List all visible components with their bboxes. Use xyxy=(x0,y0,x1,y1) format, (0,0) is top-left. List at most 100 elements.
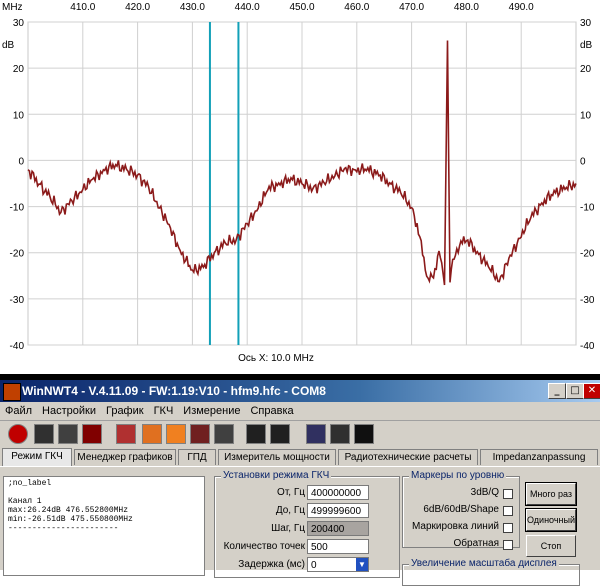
x-tick-label: 460.0 xyxy=(344,2,369,13)
menu-settings[interactable]: Настройки xyxy=(37,402,101,420)
sweep-single-icon[interactable] xyxy=(270,424,290,444)
y-tick-label-left: 10 xyxy=(13,110,25,121)
y-tick-label-left: -40 xyxy=(10,341,25,352)
frequency-cursors xyxy=(208,22,240,345)
multi-sweep-button[interactable]: Много раз xyxy=(525,482,577,506)
zoom-title: Увеличение масштаба дисплея xyxy=(409,558,559,569)
tab-impedance-matching[interactable]: Impedanzanpassung xyxy=(480,449,598,465)
zoom-group: Увеличение масштаба дисплея xyxy=(402,558,580,586)
menu-file[interactable]: Файл xyxy=(0,402,37,420)
info-line: min:-26.51dB 475.550800MHz xyxy=(8,515,133,524)
y-tick-label-right: -30 xyxy=(580,295,595,306)
y-tick-label-right: -20 xyxy=(580,249,595,260)
sweep-plot[interactable]: 410.0 420.0 430.0 440.0 450.0 460.0 470.0 480.0… xyxy=(0,0,600,378)
x-tick-label: 470.0 xyxy=(399,2,424,13)
marker-3db-label: 3dB/Q xyxy=(470,487,499,498)
y-tick-label-left: 0 xyxy=(18,156,24,167)
from-label: От, Гц xyxy=(277,487,305,498)
from-input[interactable]: 400000000 xyxy=(307,485,369,500)
y-tick-label-right: 0 xyxy=(580,156,586,167)
points-input[interactable]: 500 xyxy=(307,539,369,554)
delay-label: Задержка (мс) xyxy=(238,559,305,570)
step-input: 200400 xyxy=(307,521,369,536)
info-line: ;no_label xyxy=(8,479,52,488)
toolbar xyxy=(0,421,600,447)
to-label: До, Гц xyxy=(275,505,305,516)
y-tick-label-left: 30 xyxy=(13,18,25,29)
info-line: max:26.24dB 476.552800MHz xyxy=(8,506,129,515)
y-tick-label-left: -30 xyxy=(10,295,25,306)
to-input[interactable]: 499999600 xyxy=(307,503,369,518)
x-tick-label: 490.0 xyxy=(509,2,534,13)
window-title: WinNWT4 - V.4.11.09 - FW:1.19:V10 - hfm9… xyxy=(22,384,326,398)
probe-icon[interactable] xyxy=(190,424,210,444)
measurement-info-box[interactable]: ;no_label Канал 1 max:26.24dB 476.552800… xyxy=(3,476,205,576)
print-preview-icon[interactable] xyxy=(58,424,78,444)
tab-sweep-mode[interactable]: Режим ГКЧ xyxy=(2,448,72,466)
print-icon[interactable] xyxy=(34,424,54,444)
menu-graph[interactable]: График xyxy=(101,402,149,420)
screen-icon[interactable] xyxy=(354,424,374,444)
sweep-mode-panel: ;no_label Канал 1 max:26.24dB 476.552800… xyxy=(0,466,600,586)
level-markers-title: Маркеры по уровню xyxy=(409,470,507,481)
save-icon[interactable] xyxy=(330,424,350,444)
tab-power-meter[interactable]: Измеритель мощности xyxy=(218,449,336,465)
y-tick-label-right: 30 xyxy=(580,18,592,29)
level-markers-group: Маркеры по уровню 3dB/Q 6dB/60dB/Shape М… xyxy=(402,470,520,550)
x-tick-label: 480.0 xyxy=(454,2,479,13)
stop-button[interactable]: Стоп xyxy=(526,535,576,557)
marker-lines-checkbox[interactable] xyxy=(503,523,513,533)
tab-graph-manager[interactable]: Менеджер графиков xyxy=(74,449,176,465)
tab-bar: Режим ГКЧ Менеджер графиков ГПД Измерите… xyxy=(0,448,600,466)
sweep-settings-title: Установки режима ГКЧ xyxy=(221,470,332,481)
chevron-down-icon[interactable]: ▼ xyxy=(356,558,368,571)
maximize-button[interactable]: □ xyxy=(566,383,584,399)
menu-sweep[interactable]: ГКЧ xyxy=(149,402,179,420)
x-tick-label: 450.0 xyxy=(289,2,314,13)
info-line xyxy=(8,488,200,497)
y-tick-label-left: -10 xyxy=(10,203,25,214)
sweep-icon[interactable] xyxy=(246,424,266,444)
app-icon xyxy=(3,383,21,401)
table-icon[interactable] xyxy=(166,424,186,444)
calibrate-icon[interactable] xyxy=(116,424,136,444)
marker-shape-label: 6dB/60dB/Shape xyxy=(423,504,499,515)
minimize-button[interactable]: _ xyxy=(548,383,566,399)
y-unit-label-right: dB xyxy=(580,40,593,51)
points-label: Количество точек xyxy=(223,541,305,552)
plot-canvas: 410.0 420.0 430.0 440.0 450.0 460.0 470.0 480.0… xyxy=(2,2,595,364)
marker-inverse-label: Обратная xyxy=(453,538,500,549)
menu-help[interactable]: Справка xyxy=(245,402,298,420)
delay-value: 0 xyxy=(311,560,317,571)
winnwt-window: WinNWT4 - V.4.11.09 - FW:1.19:V10 - hfm9… xyxy=(0,380,600,586)
linux-icon[interactable] xyxy=(214,424,234,444)
x-tick-labels: 410.0 420.0 430.0 440.0 450.0 460.0 470.0 480.0… xyxy=(70,2,534,13)
y-tick-label-right: -10 xyxy=(580,203,595,214)
y-unit-label-left: dB xyxy=(2,40,15,51)
y-tick-label-right: -40 xyxy=(580,341,595,352)
x-axis-label: Ось X: 10.0 MHz xyxy=(238,353,314,364)
info-line: Канал 1 xyxy=(8,497,42,506)
x-unit-label: MHz xyxy=(2,2,23,13)
tab-vfo[interactable]: ГПД xyxy=(178,449,216,465)
printer-setup-icon[interactable] xyxy=(82,424,102,444)
export-icon[interactable] xyxy=(306,424,326,444)
y-tick-label-right: 10 xyxy=(580,110,592,121)
step-label: Шаг, Гц xyxy=(271,523,305,534)
x-tick-label: 430.0 xyxy=(180,2,205,13)
marker-shape-checkbox[interactable] xyxy=(503,506,513,516)
tab-rf-calculations[interactable]: Радиотехнические расчеты xyxy=(338,449,478,465)
marker-inverse-checkbox[interactable] xyxy=(503,540,513,550)
menu-measurement[interactable]: Измерение xyxy=(178,402,245,420)
marker-lines-label: Маркировка линий xyxy=(411,521,499,532)
marker-3db-checkbox[interactable] xyxy=(503,489,513,499)
y-tick-label-right: 20 xyxy=(580,64,592,75)
single-sweep-button[interactable]: Одиночный xyxy=(525,508,577,532)
window-titlebar[interactable]: WinNWT4 - V.4.11.09 - FW:1.19:V10 - hfm9… xyxy=(0,380,600,402)
power-icon[interactable] xyxy=(8,424,28,444)
y-tick-label-left: 20 xyxy=(13,64,25,75)
y-tick-label-left: -20 xyxy=(10,249,25,260)
close-button[interactable]: ✕ xyxy=(583,383,600,399)
grid-icon[interactable] xyxy=(142,424,162,444)
x-tick-label: 410.0 xyxy=(70,2,95,13)
